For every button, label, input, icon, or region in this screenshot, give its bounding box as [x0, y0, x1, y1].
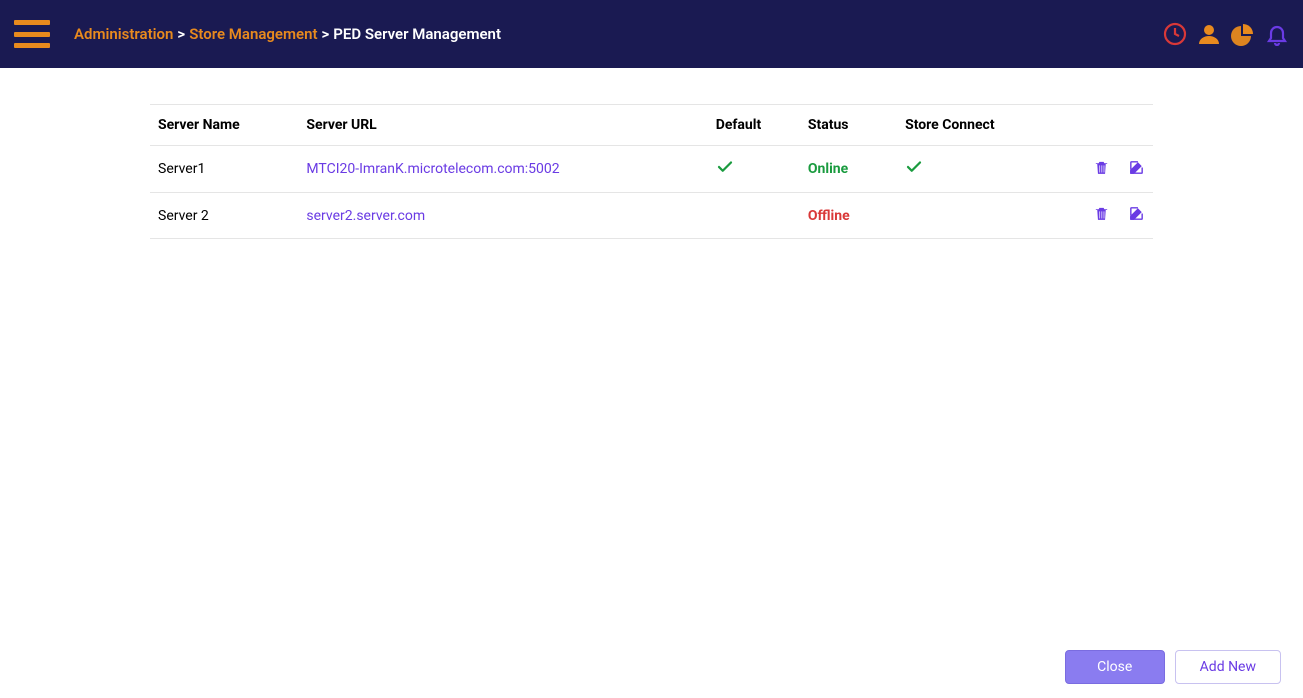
breadcrumb-separator: >: [322, 25, 330, 43]
cell-store-connect: [897, 146, 1040, 193]
breadcrumb-administration[interactable]: Administration: [74, 25, 173, 43]
th-status: Status: [800, 105, 897, 146]
cell-store-connect: [897, 193, 1040, 239]
th-default: Default: [708, 105, 800, 146]
breadcrumb-separator: >: [177, 25, 185, 43]
cell-server-url: server2.server.com: [298, 193, 707, 239]
app-header: Administration > Store Management > PED …: [0, 0, 1303, 68]
chart-pie-icon[interactable]: [1231, 22, 1255, 46]
cell-status: Offline: [800, 193, 897, 239]
menu-hamburger-icon[interactable]: [14, 20, 50, 48]
close-button[interactable]: Close: [1065, 650, 1165, 684]
user-icon[interactable]: [1197, 22, 1221, 46]
th-server-url: Server URL: [298, 105, 707, 146]
th-actions: [1040, 105, 1153, 146]
footer-actions: Close Add New: [1065, 650, 1281, 684]
bell-icon[interactable]: [1265, 22, 1289, 46]
th-store-connect: Store Connect: [897, 105, 1040, 146]
th-server-name: Server Name: [150, 105, 298, 146]
cell-default: [708, 146, 800, 193]
check-icon: [905, 164, 923, 180]
cell-server-name: Server1: [150, 146, 298, 193]
cell-actions: [1040, 146, 1153, 193]
main-content: Server Name Server URL Default Status St…: [0, 68, 1303, 239]
servers-table: Server Name Server URL Default Status St…: [150, 104, 1153, 239]
cell-status: Online: [800, 146, 897, 193]
status-badge: Online: [808, 161, 848, 177]
trash-icon[interactable]: [1093, 205, 1110, 222]
table-row: Server 2 server2.server.com Offline: [150, 193, 1153, 239]
breadcrumb-store-management[interactable]: Store Management: [189, 25, 317, 43]
breadcrumb: Administration > Store Management > PED …: [74, 25, 501, 43]
cell-server-name: Server 2: [150, 193, 298, 239]
edit-icon[interactable]: [1128, 159, 1145, 176]
server-url-link[interactable]: MTCI20-ImranK.microtelecom.com:5002: [306, 161, 559, 177]
table-row: Server1 MTCI20-ImranK.microtelecom.com:50…: [150, 146, 1153, 193]
check-icon: [716, 164, 734, 180]
breadcrumb-current: PED Server Management: [333, 25, 501, 43]
server-url-link[interactable]: server2.server.com: [306, 208, 425, 224]
cell-actions: [1040, 193, 1153, 239]
status-badge: Offline: [808, 208, 850, 224]
edit-icon[interactable]: [1128, 205, 1145, 222]
cell-default: [708, 193, 800, 239]
trash-icon[interactable]: [1093, 159, 1110, 176]
cell-server-url: MTCI20-ImranK.microtelecom.com:5002: [298, 146, 707, 193]
add-new-button[interactable]: Add New: [1175, 650, 1281, 684]
clock-icon[interactable]: [1163, 22, 1187, 46]
header-actions: [1163, 22, 1289, 46]
